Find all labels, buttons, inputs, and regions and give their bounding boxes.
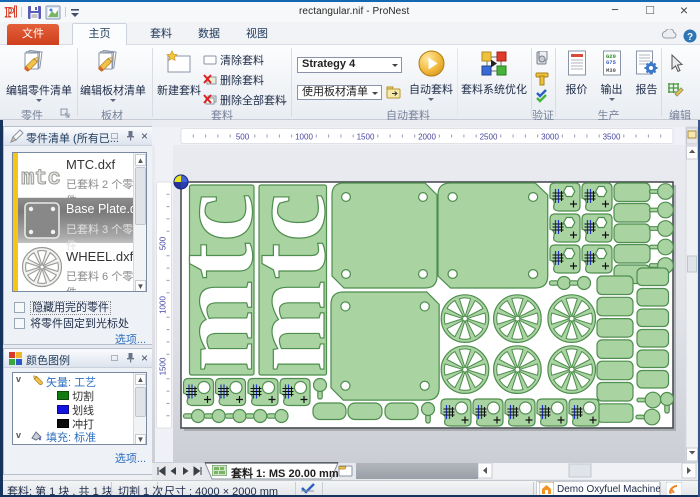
svg-text:2500: 2500 bbox=[480, 133, 498, 142]
svg-text:1500: 1500 bbox=[357, 133, 375, 142]
svg-text:2000: 2000 bbox=[418, 133, 436, 142]
svg-text:G75: G75 bbox=[606, 59, 617, 66]
svg-text:mtc: mtc bbox=[226, 193, 348, 372]
svg-text:3500: 3500 bbox=[603, 133, 621, 142]
svg-text:3000: 3000 bbox=[541, 133, 559, 142]
svg-text:1000: 1000 bbox=[295, 133, 313, 142]
svg-text:?: ? bbox=[687, 32, 693, 43]
svg-text:M30: M30 bbox=[606, 67, 616, 74]
svg-text:500: 500 bbox=[236, 133, 250, 142]
svg-text:P: P bbox=[5, 5, 14, 21]
svg-text:mtc: mtc bbox=[21, 166, 61, 189]
